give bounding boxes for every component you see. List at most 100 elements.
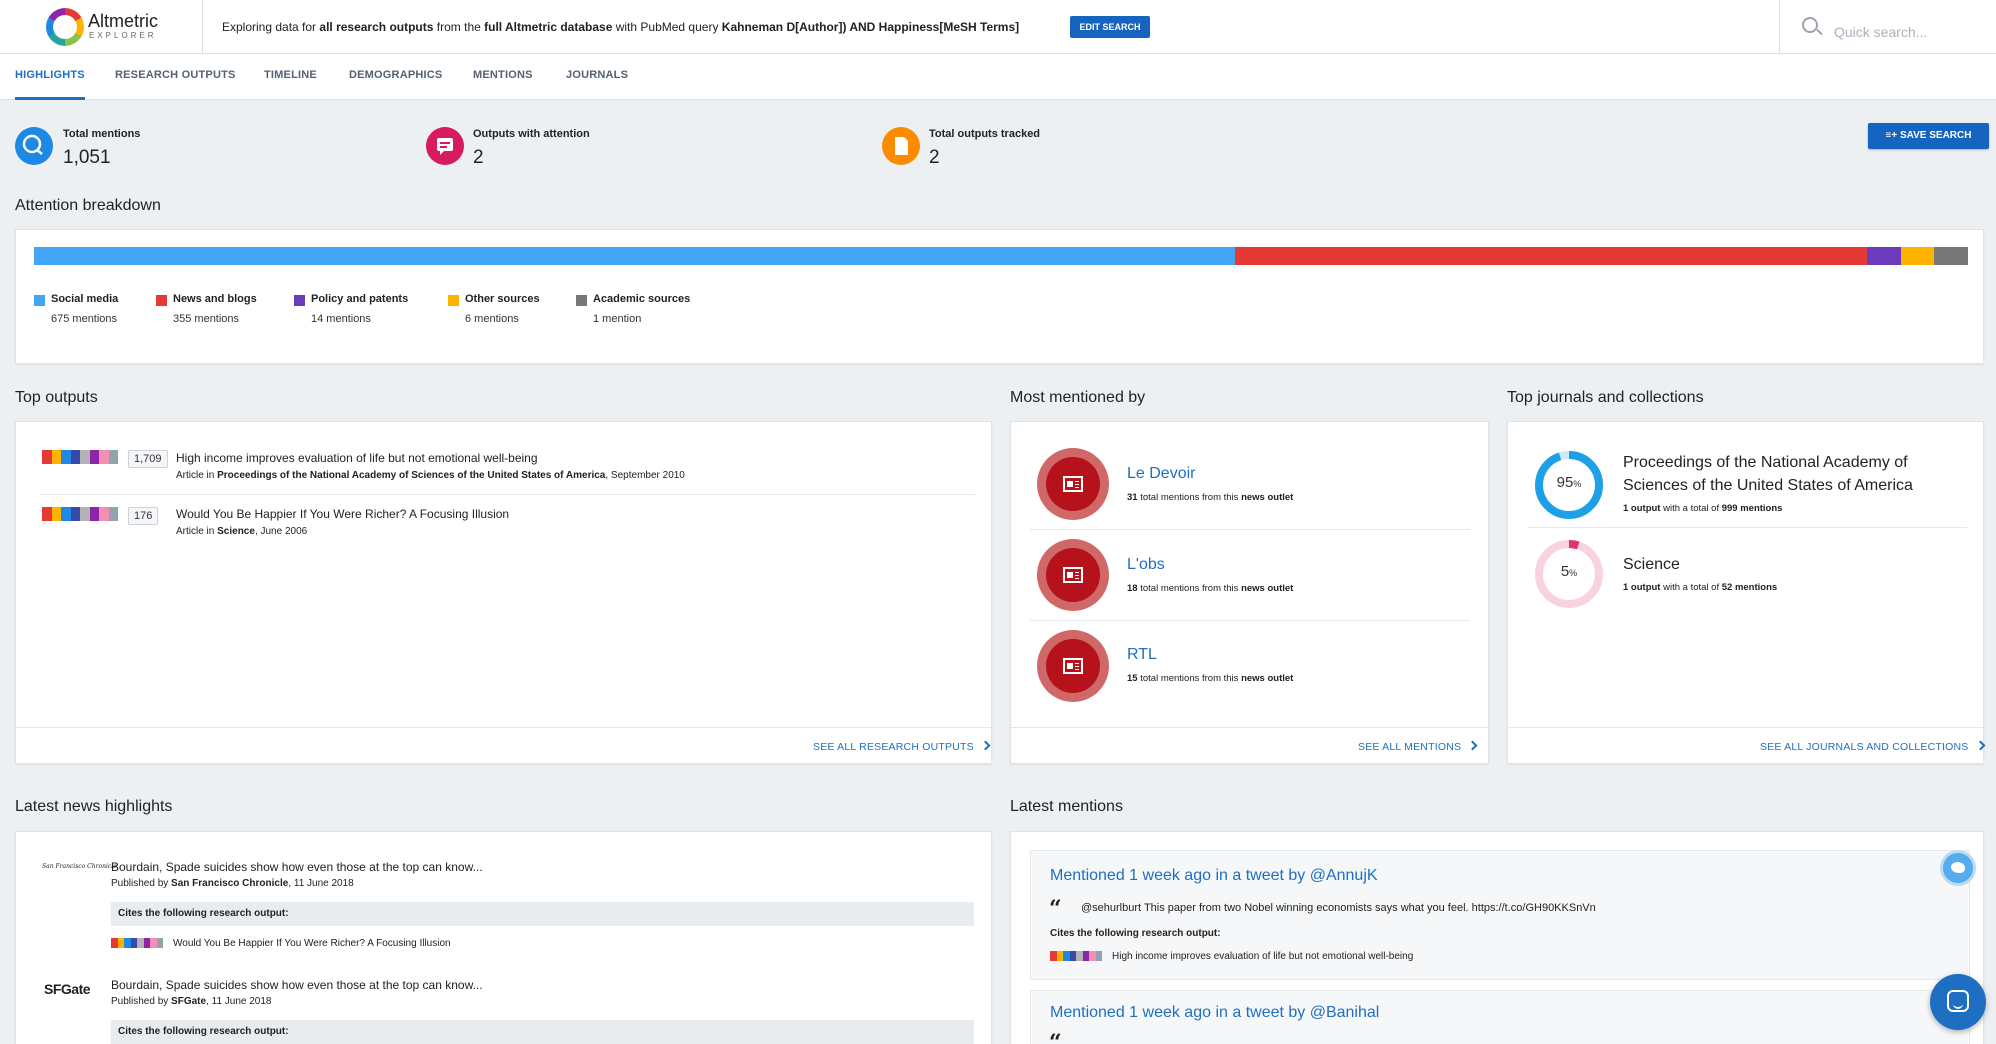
chat-bubbles-icon bbox=[15, 127, 53, 165]
cites-header: Cites the following research output: bbox=[111, 1020, 974, 1044]
divider bbox=[40, 494, 975, 495]
attention-bar bbox=[34, 247, 1968, 265]
quick-search-input[interactable] bbox=[1834, 24, 1984, 40]
quick-search bbox=[1779, 0, 1996, 54]
tab-demographics[interactable]: DEMOGRAPHICS bbox=[349, 54, 442, 100]
cites-header: Cites the following research output: bbox=[111, 902, 974, 926]
legend-swatch bbox=[34, 295, 45, 306]
stat-outputs-attention-value: 2 bbox=[473, 147, 484, 168]
mentioner-count: 31 total mentions from this news outlet bbox=[1127, 492, 1294, 503]
journal-name[interactable]: Proceedings of the National Academy of S… bbox=[1623, 451, 1963, 497]
top-header: Altmetric EXPLORER Exploring data for al… bbox=[0, 0, 1996, 54]
tab-journals[interactable]: JOURNALS bbox=[566, 54, 628, 100]
stat-outputs-tracked-value: 2 bbox=[929, 147, 940, 168]
logo-name: Altmetric bbox=[88, 11, 159, 31]
legend-swatch bbox=[294, 295, 305, 306]
journal-stats: 1 output with a total of 999 mentions bbox=[1623, 503, 1783, 514]
mentioner-count: 18 total mentions from this news outlet bbox=[1127, 583, 1294, 594]
news-title[interactable]: Bourdain, Spade suicides show how even t… bbox=[111, 978, 483, 992]
newspaper-icon bbox=[1063, 476, 1083, 492]
altmetric-bar-badge bbox=[42, 450, 118, 464]
altmetric-logo[interactable]: Altmetric EXPLORER bbox=[0, 0, 203, 54]
quote-icon: “ bbox=[1049, 896, 1062, 922]
main-tabs: HIGHLIGHTS RESEARCH OUTPUTS TIMELINE DEM… bbox=[0, 54, 1996, 100]
legend-count: 355 mentions bbox=[173, 313, 240, 325]
divider bbox=[1527, 527, 1967, 528]
altmetric-bar-badge bbox=[42, 507, 118, 521]
search-description: Exploring data for all research outputs … bbox=[222, 20, 1020, 34]
newspaper-icon bbox=[1063, 567, 1083, 583]
news-outlet-avatar bbox=[1037, 539, 1109, 611]
legend-count: 14 mentions bbox=[311, 313, 371, 325]
chat-support-button[interactable] bbox=[1930, 974, 1986, 1030]
stat-total-mentions-value: 1,051 bbox=[63, 147, 111, 168]
journal-stats: 1 output with a total of 52 mentions bbox=[1623, 582, 1778, 593]
legend-count: 1 mention bbox=[593, 313, 642, 325]
attention-breakdown-title: Attention breakdown bbox=[15, 197, 161, 214]
mention-heading[interactable]: Mentioned 1 week ago in a tweet by @Annu… bbox=[1050, 867, 1378, 885]
altmetric-bar-badge bbox=[1050, 951, 1102, 961]
edit-search-button[interactable]: EDIT SEARCH bbox=[1070, 16, 1150, 38]
comment-icon bbox=[426, 127, 464, 165]
latest-news-title: Latest news highlights bbox=[15, 798, 173, 815]
mentioner-count: 15 total mentions from this news outlet bbox=[1127, 673, 1294, 684]
journal-name[interactable]: Science bbox=[1623, 553, 1963, 576]
divider bbox=[16, 727, 991, 728]
divider bbox=[1030, 529, 1470, 530]
divider bbox=[1011, 727, 1488, 728]
news-source-logo: SFGate bbox=[44, 981, 91, 997]
see-all-mentions-link[interactable]: SEE ALL MENTIONS bbox=[1358, 740, 1478, 753]
legend-swatch bbox=[448, 295, 459, 306]
news-outlet-avatar bbox=[1037, 630, 1109, 702]
output-title[interactable]: Would You Be Happier If You Were Richer?… bbox=[176, 507, 509, 521]
output-title[interactable]: High income improves evaluation of life … bbox=[176, 451, 538, 465]
tab-timeline[interactable]: TIMELINE bbox=[264, 54, 317, 100]
legend-name: Social media bbox=[51, 293, 119, 305]
document-icon bbox=[882, 127, 920, 165]
legend-swatch bbox=[576, 295, 587, 306]
legend-count: 6 mentions bbox=[465, 313, 519, 325]
output-meta: Article in Science, June 2006 bbox=[176, 526, 308, 537]
cited-output-title[interactable]: Would You Be Happier If You Were Richer?… bbox=[173, 938, 451, 949]
latest-mentions-title: Latest mentions bbox=[1010, 798, 1123, 815]
top-outputs-title: Top outputs bbox=[15, 389, 98, 406]
save-search-button[interactable]: ≡+ SAVE SEARCH bbox=[1868, 123, 1989, 149]
attention-bar-segment bbox=[1900, 247, 1935, 265]
tweet-text: @sehurlburt This paper from two Nobel wi… bbox=[1081, 902, 1596, 914]
mentioner-name[interactable]: RTL bbox=[1127, 646, 1157, 664]
news-title[interactable]: Bourdain, Spade suicides show how even t… bbox=[111, 860, 483, 874]
tab-mentions[interactable]: MENTIONS bbox=[473, 54, 533, 100]
journal-share-percent: 95% bbox=[1556, 474, 1582, 491]
legend-swatch bbox=[156, 295, 167, 306]
attention-score: 1,709 bbox=[128, 450, 168, 468]
news-outlet-avatar bbox=[1037, 448, 1109, 520]
chevron-right-icon bbox=[1467, 740, 1478, 751]
most-mentioned-title: Most mentioned by bbox=[1010, 389, 1146, 406]
chat-icon bbox=[1947, 990, 1969, 1012]
attention-bar-segment bbox=[34, 247, 1236, 265]
divider bbox=[1030, 620, 1470, 621]
save-search-icon: ≡+ bbox=[1885, 130, 1900, 141]
chevron-right-icon bbox=[980, 740, 991, 751]
altmetric-donut-icon bbox=[46, 8, 84, 46]
tab-research-outputs[interactable]: RESEARCH OUTPUTS bbox=[115, 54, 236, 100]
legend-name: Policy and patents bbox=[311, 293, 409, 305]
legend-count: 675 mentions bbox=[51, 313, 118, 325]
news-source-logo: San Francisco Chronicle bbox=[42, 863, 117, 870]
mentioner-name[interactable]: Le Devoir bbox=[1127, 465, 1195, 483]
tab-highlights[interactable]: HIGHLIGHTS bbox=[15, 54, 85, 100]
mentioner-name[interactable]: L'obs bbox=[1127, 556, 1165, 574]
attention-bar-segment bbox=[1934, 247, 1968, 265]
newspaper-icon bbox=[1063, 658, 1083, 674]
cited-output-title[interactable]: High income improves evaluation of life … bbox=[1112, 951, 1413, 962]
stat-outputs-attention-label: Outputs with attention bbox=[473, 128, 590, 140]
output-meta: Article in Proceedings of the National A… bbox=[176, 470, 685, 481]
mention-heading[interactable]: Mentioned 1 week ago in a tweet by @Bani… bbox=[1050, 1004, 1379, 1022]
see-all-journals-link[interactable]: SEE ALL JOURNALS AND COLLECTIONS bbox=[1760, 740, 1985, 753]
altmetric-bar-badge bbox=[111, 938, 163, 948]
see-all-research-outputs-link[interactable]: SEE ALL RESEARCH OUTPUTS bbox=[813, 740, 991, 753]
journal-share-percent: 5% bbox=[1560, 563, 1578, 580]
quote-icon: “ bbox=[1049, 1030, 1062, 1044]
news-meta: Published by SFGate, 11 June 2018 bbox=[111, 996, 272, 1007]
attention-bar-segment bbox=[1866, 247, 1901, 265]
